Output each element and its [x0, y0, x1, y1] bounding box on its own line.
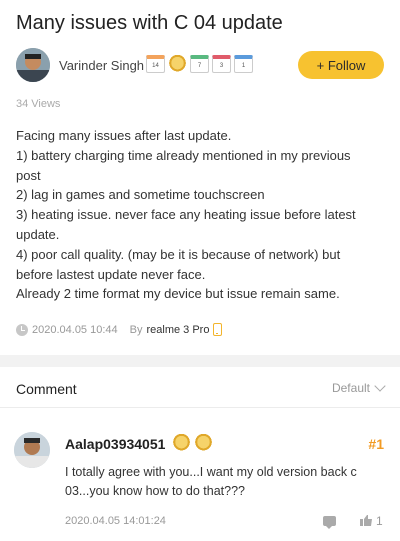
badge-3-day-icon: 3	[212, 55, 231, 73]
badge-7-label: 7	[197, 62, 202, 69]
post-body: Facing many issues after last update. 1)…	[16, 126, 378, 304]
badge-3-label: 3	[219, 62, 224, 69]
commenter-badges	[172, 434, 213, 452]
comment-divider	[0, 407, 400, 408]
post-line: 4) poor call quality. (may be it is beca…	[16, 246, 341, 282]
sort-select[interactable]: Default	[331, 380, 386, 395]
section-divider	[0, 355, 400, 367]
badge-7-day-icon: 7	[190, 55, 209, 73]
sort-label: Default	[331, 381, 370, 395]
reply-icon[interactable]	[323, 516, 336, 529]
clock-icon	[16, 323, 28, 336]
device-name: realme 3 Pro	[146, 323, 210, 336]
badge-1-day-icon: 1	[234, 55, 253, 73]
view-count: 34 Views	[16, 98, 61, 110]
author-row: Varinder Singh 14 7 3 1 + Follow	[16, 46, 386, 86]
post-title: Many issues with C 04 update	[16, 12, 283, 34]
author-avatar-image	[16, 48, 50, 82]
medal-badge-icon	[168, 55, 187, 73]
follow-button[interactable]: + Follow	[298, 51, 384, 79]
author-avatar[interactable]	[16, 48, 50, 82]
phone-icon	[213, 323, 223, 336]
like-icon[interactable]	[360, 515, 372, 526]
post-meta: 2020.04.05 10:44 By realme 3 Pro	[16, 323, 223, 336]
medal-badge-icon	[194, 434, 213, 452]
medal-badge-icon	[172, 434, 191, 452]
like-count: 1	[376, 514, 383, 528]
badge-14-label: 14	[152, 62, 159, 69]
post-line: 1) battery charging time already mention…	[16, 147, 351, 183]
post-date: 2020.04.05 10:44	[32, 323, 118, 336]
post-line: 2) lag in games and sometime touchscreen	[16, 187, 265, 203]
post-line: Already 2 time format my device but issu…	[16, 286, 340, 302]
follow-label: + Follow	[316, 57, 366, 73]
by-label: By	[129, 323, 143, 336]
commenter-name[interactable]: Aalap03934051	[65, 436, 165, 452]
author-badges: 14 7 3 1	[146, 55, 253, 73]
badge-14-day-icon: 14	[146, 55, 165, 73]
comment-time: 2020.04.05 14:01:24	[65, 515, 166, 527]
comment-text: I totally agree with you...I want my old…	[65, 465, 357, 498]
post-line: 3) heating issue. never face any heating…	[16, 207, 356, 242]
comment-floor-number: #1	[368, 436, 384, 452]
commenter-avatar[interactable]	[14, 432, 50, 468]
badge-1-label: 1	[241, 62, 246, 69]
post-line: Facing many issues after last update.	[16, 128, 232, 143]
chevron-down-icon	[374, 380, 386, 392]
comment-heading: Comment	[16, 381, 77, 397]
commenter-avatar-image	[14, 432, 50, 468]
author-name[interactable]: Varinder Singh	[59, 58, 144, 73]
